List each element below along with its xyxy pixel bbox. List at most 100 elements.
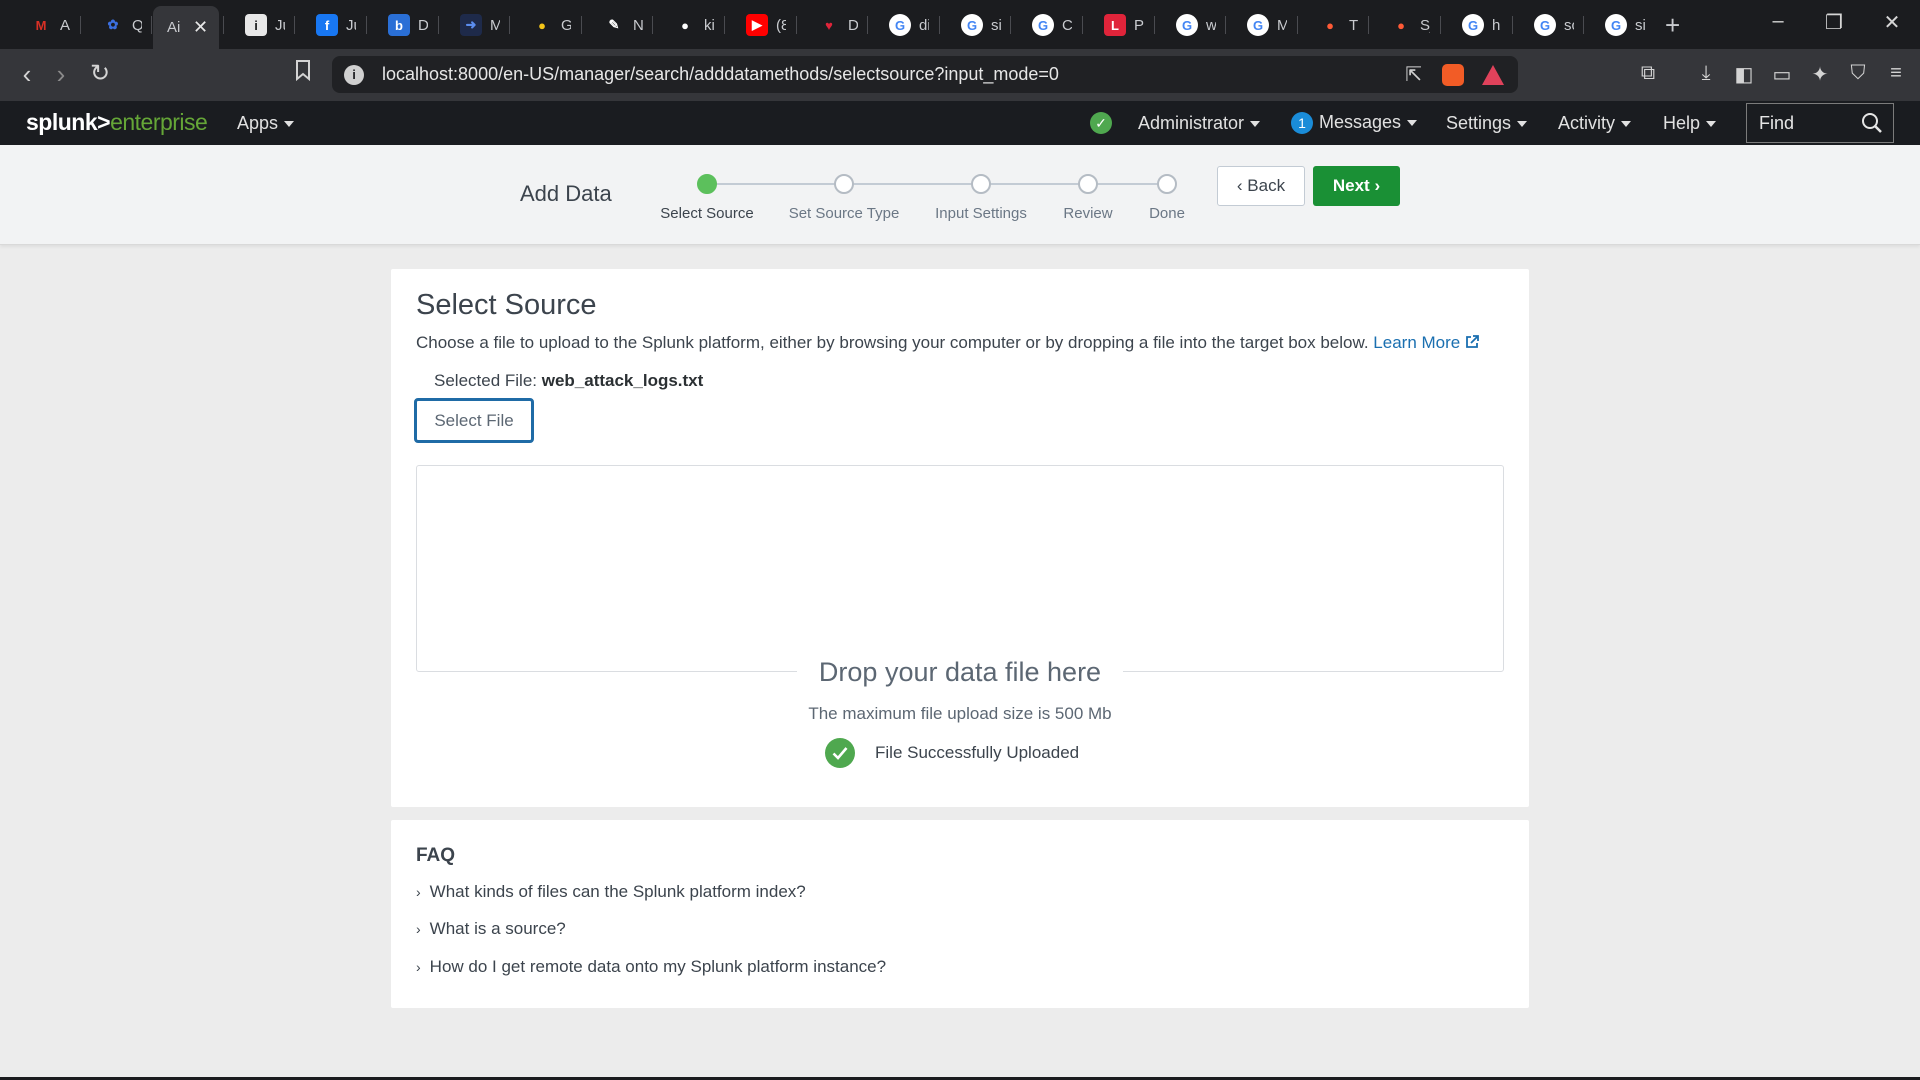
heart-icon: ♥ [825,17,833,33]
browser-tab[interactable]: M Ai [10,6,70,44]
browser-tab[interactable]: ✎ N [583,6,643,44]
vpn-shield-icon[interactable]: ⛉ [1844,62,1872,88]
browser-tab[interactable]: Gh [1442,6,1502,44]
caret-down-icon [1517,121,1528,128]
tab-separator [1440,16,1441,34]
step-indicator-dot [834,174,854,194]
tab-separator [1583,16,1584,34]
google-icon: G [961,14,983,36]
ai-assistant-icon[interactable]: ✦ [1806,62,1834,88]
tab-title: di [919,16,929,34]
activity-menu[interactable]: Activity [1558,113,1632,134]
new-tab-button[interactable]: + [1665,10,1680,41]
url-text[interactable]: localhost:8000/en-US/manager/search/addd… [382,64,1405,85]
step-progress-line [707,183,1167,185]
window-close-icon[interactable]: ✕ [1872,10,1912,35]
settings-menu[interactable]: Settings [1446,113,1528,134]
find-search-input[interactable]: Find [1746,103,1894,143]
tab-title: Gi [561,16,571,34]
select-file-button[interactable]: Select File [414,398,534,443]
browser-tab[interactable]: i Ju [225,6,285,44]
browser-tab[interactable]: Gdi [869,6,929,44]
chevron-right-icon: › [416,921,421,937]
file-drop-zone[interactable] [416,465,1504,672]
apps-menu[interactable]: Apps [237,113,295,134]
reload-icon[interactable]: ↻ [83,59,117,88]
learn-more-link[interactable]: Learn More [1373,333,1479,352]
restore-icon[interactable]: ❐ [1814,10,1854,35]
browser-tab[interactable]: L Pl [1084,6,1144,44]
back-button[interactable]: ‹ Back [1217,166,1305,206]
browser-toolbar: ‹ › ↻ i localhost:8000/en-US/manager/sea… [0,49,1920,101]
google-icon: G [889,14,911,36]
upload-status-text: File Successfully Uploaded [875,743,1080,762]
tab-separator [1082,16,1083,34]
download-icon[interactable]: ⤓ [1692,62,1720,88]
browser-tab[interactable]: ● ki [654,6,714,44]
browser-tab[interactable]: Gsi [1585,6,1645,44]
faq-item[interactable]: › What kinds of files can the Splunk plat… [416,882,806,902]
browser-tab[interactable]: ♥ D [798,6,858,44]
faq-item[interactable]: › What is a source? [416,919,566,939]
tab-title: Ai [167,19,181,36]
browser-tab[interactable]: ✿ Q [82,6,142,44]
forward-nav-icon[interactable]: › [44,59,78,90]
browser-tab[interactable]: ● Gi [511,6,571,44]
brave-rewards-icon[interactable] [1482,64,1504,85]
splunk-logo[interactable]: splunk>enterprise [26,109,208,136]
step-label: Select Source [660,205,754,222]
tab-separator [1512,16,1513,34]
back-nav-icon[interactable]: ‹ [10,59,44,90]
browser-tab[interactable]: GC [1012,6,1072,44]
menu-icon[interactable]: ≡ [1882,62,1910,88]
chevron-right-icon: › [416,959,421,975]
tab-title: C [1062,16,1072,34]
tab-title: N [633,16,643,34]
tab-separator [1368,16,1369,34]
site-info-icon[interactable]: i [344,64,364,85]
help-menu[interactable]: Help [1663,113,1717,134]
step-indicator-dot [1078,174,1098,194]
facebook-icon: f [316,14,338,36]
browser-tab[interactable]: ● Tl [1299,6,1359,44]
step-indicator-dot [697,174,717,194]
health-status-icon[interactable]: ✓ [1090,112,1112,134]
tab-separator [438,16,439,34]
share-icon[interactable]: ⇱ [1405,62,1422,87]
search-icon[interactable] [1861,112,1883,134]
brave-shields-icon[interactable] [1442,63,1464,86]
caret-down-icon [284,121,295,128]
lightbulb-icon: ● [538,17,546,33]
bookmark-icon[interactable] [286,59,320,87]
messages-menu[interactable]: 1 Messages [1291,112,1418,134]
browser-tab[interactable]: ● Sj [1370,6,1430,44]
messages-count-badge: 1 [1291,112,1313,134]
chevron-right-icon: › [1369,176,1381,195]
success-check-icon [825,738,855,768]
browser-tab[interactable]: ➜ M [440,6,500,44]
browser-tab[interactable]: bD [368,6,428,44]
arrow-app-icon: ➜ [460,14,482,36]
caret-down-icon [1706,121,1717,128]
browser-tab[interactable]: f Ju [296,6,356,44]
minimize-icon[interactable]: – [1758,10,1798,33]
browser-tab[interactable]: Ai ✕ [153,6,219,49]
address-bar[interactable]: i localhost:8000/en-US/manager/search/ad… [332,56,1518,93]
tab-title: Pl [1134,16,1144,34]
tab-title: si [991,16,1001,34]
browser-tab[interactable]: GM [1227,6,1287,44]
selected-file-name: web_attack_logs.txt [541,371,704,390]
next-button[interactable]: Next › [1313,166,1400,206]
user-menu[interactable]: Administrator [1138,113,1261,134]
close-tab-icon[interactable]: ✕ [193,17,208,38]
browser-tab[interactable]: ▶ (8 [726,6,786,44]
step-indicator-dot [1157,174,1177,194]
sidebar-icon[interactable]: ◧ [1730,62,1758,88]
browser-tab[interactable]: Gsc [1514,6,1574,44]
browser-tab[interactable]: Gw [1156,6,1216,44]
screenshot-icon[interactable]: ⧉ [1634,62,1662,88]
wallet-icon[interactable]: ▭ [1768,62,1796,88]
faq-item[interactable]: › How do I get remote data onto my Splunk… [416,957,886,977]
browser-tab[interactable]: Gsi [941,6,1001,44]
upload-status: File Successfully Uploaded [825,738,1079,768]
